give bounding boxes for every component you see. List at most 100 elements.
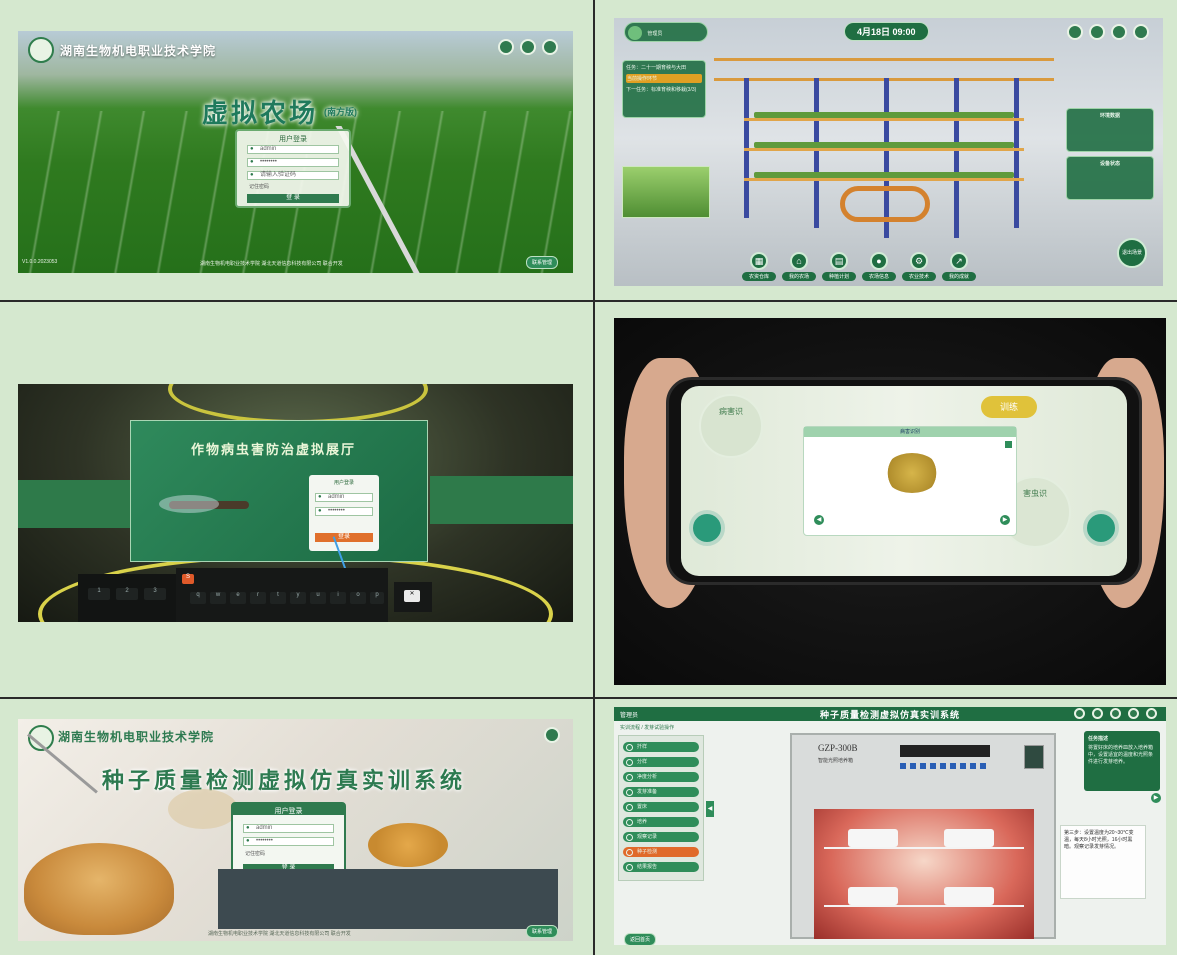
- task-line: 任务：二十一期育秧与大田: [626, 65, 687, 71]
- prev-arrow-icon[interactable]: ◀: [814, 515, 824, 525]
- key[interactable]: y: [290, 592, 306, 604]
- key[interactable]: t: [270, 592, 286, 604]
- toolbar-warehouse[interactable]: ▦ 农资仓库: [742, 252, 776, 281]
- identification-modal: 病害识别 ◀ ▶: [803, 426, 1017, 536]
- toolbar-tech[interactable]: ⚙ 农业技术: [902, 252, 936, 281]
- step-item[interactable]: 结果报告: [623, 862, 699, 872]
- next-arrow-icon[interactable]: ▶: [1000, 515, 1010, 525]
- key[interactable]: 2: [116, 588, 138, 600]
- petri-dish[interactable]: [848, 829, 898, 847]
- rack-column: [1014, 78, 1019, 228]
- version-label: V1.0.0.2023053: [22, 259, 58, 265]
- phone-screen: 病害识 训练 害虫识 病害识别 ◀ ▶: [681, 386, 1127, 576]
- contact-admin-button[interactable]: 联系管理: [526, 256, 559, 269]
- vr-keypad-right: ✕: [394, 582, 432, 612]
- fullscreen-icon[interactable]: [1128, 708, 1139, 719]
- contact-admin-button[interactable]: 联系管理: [526, 925, 559, 938]
- joystick-right[interactable]: [1083, 510, 1119, 546]
- settings-icon[interactable]: [1110, 708, 1121, 719]
- device-name: 智能光照培养箱: [818, 758, 854, 764]
- key[interactable]: o: [350, 592, 366, 604]
- key[interactable]: 1: [88, 588, 110, 600]
- back-icon[interactable]: [1067, 24, 1083, 40]
- menu-icon[interactable]: [1133, 24, 1149, 40]
- petri-dish[interactable]: [944, 887, 994, 905]
- people-icon: ●: [870, 252, 888, 270]
- step-item[interactable]: 置床: [623, 802, 699, 812]
- key[interactable]: q: [190, 592, 206, 604]
- seed-germination-simulation-screenshot: 管理员 种子质量检测虚拟仿真实训系统 实训流程 / 发芽试验操作 扦样 分样 净…: [614, 707, 1166, 945]
- petri-dish[interactable]: [848, 887, 898, 905]
- college-logo-icon: [28, 37, 54, 63]
- step-item[interactable]: 培养: [623, 817, 699, 827]
- username-field[interactable]: admin: [243, 824, 334, 833]
- device-buttons[interactable]: [900, 763, 990, 769]
- step-sidebar: 扦样 分样 净度分析 发芽准备 置床 培养 观察记录 种子检测 结果报告: [618, 735, 704, 881]
- step-item[interactable]: 观察记录: [623, 832, 699, 842]
- vr-password-field[interactable]: ••••••••: [315, 507, 373, 516]
- next-arrow-icon[interactable]: ▶: [1151, 793, 1161, 803]
- remember-password-checkbox[interactable]: 记住密码: [245, 850, 265, 857]
- close-icon[interactable]: [542, 39, 558, 55]
- key[interactable]: w: [210, 592, 226, 604]
- step-item[interactable]: 分样: [623, 757, 699, 767]
- back-home-button[interactable]: 返回首页: [624, 933, 657, 945]
- training-badge[interactable]: 训练: [981, 396, 1037, 418]
- device-status-card: 设备状态: [1066, 156, 1154, 200]
- shelf: [824, 847, 1024, 849]
- app-subtitle: (南方版): [324, 107, 357, 117]
- petri-dish[interactable]: [944, 829, 994, 847]
- warehouse-icon: ▦: [750, 252, 768, 270]
- remember-password-checkbox[interactable]: 记住密码: [249, 183, 269, 190]
- step-item[interactable]: 净度分析: [623, 772, 699, 782]
- collapse-sidebar-icon[interactable]: ◀: [706, 801, 714, 817]
- close-icon[interactable]: [1146, 708, 1157, 719]
- help-icon[interactable]: [520, 39, 536, 55]
- avatar: [628, 26, 642, 40]
- vr-keypad-left: 1 2 3: [78, 574, 188, 622]
- app-title: 虚拟农场: [202, 98, 319, 128]
- device-card-title: 设备状态: [1099, 161, 1120, 167]
- settings-icon[interactable]: [1111, 24, 1127, 40]
- seedling-tray: [754, 142, 1014, 148]
- exit-scene-button[interactable]: 退出场景: [1117, 238, 1147, 268]
- password-field[interactable]: ••••••••: [243, 837, 334, 846]
- close-icon[interactable]: [544, 727, 560, 743]
- vr-login-button[interactable]: 登录: [315, 533, 373, 542]
- virtual-farm-login-screenshot: 湖南生物机电职业技术学院 虚拟农场 (南方版) 用户登录 admin •••••…: [18, 31, 573, 273]
- settings-icon[interactable]: [498, 39, 514, 55]
- key[interactable]: 3: [144, 588, 166, 600]
- step-item-active[interactable]: 种子检测: [623, 847, 699, 857]
- key[interactable]: r: [250, 592, 266, 604]
- key[interactable]: p: [370, 592, 384, 604]
- key[interactable]: e: [230, 592, 246, 604]
- rack-column: [814, 78, 819, 228]
- step-item[interactable]: 发芽准备: [623, 787, 699, 797]
- backspace-key[interactable]: ✕: [404, 590, 420, 602]
- toolbar-achievement[interactable]: ↗ 我的成就: [942, 252, 976, 281]
- seedling-rack: [744, 148, 1024, 151]
- close-icon[interactable]: [1005, 441, 1012, 448]
- password-field[interactable]: ••••••••: [247, 158, 339, 167]
- key[interactable]: i: [330, 592, 346, 604]
- college-name: 湖南生物机电职业技术学院: [60, 44, 217, 58]
- username-field[interactable]: admin: [247, 145, 339, 154]
- step-item[interactable]: 扦样: [623, 742, 699, 752]
- back-icon[interactable]: [1074, 708, 1085, 719]
- joystick-left[interactable]: [689, 510, 725, 546]
- toolbar-my-farm[interactable]: ⌂ 我的农场: [782, 252, 816, 281]
- toolbar-farm-info[interactable]: ● 农场信息: [862, 252, 896, 281]
- power-switch[interactable]: [1024, 745, 1044, 769]
- breadcrumb: 实训流程 / 发芽试验操作: [620, 725, 675, 731]
- login-button[interactable]: 登 录: [247, 194, 339, 203]
- vr-username-field[interactable]: admin: [315, 493, 373, 502]
- toolbar-plan[interactable]: ▤ 种植计划: [822, 252, 856, 281]
- help-icon[interactable]: [1089, 24, 1105, 40]
- device-model: GZP-300B: [818, 743, 858, 753]
- roof-beam: [714, 58, 1054, 61]
- captcha-field[interactable]: 请输入验证码: [247, 171, 339, 180]
- seed-dish-image: [368, 823, 448, 867]
- disease-id-badge[interactable]: 病害识: [699, 394, 763, 458]
- help-icon[interactable]: [1092, 708, 1103, 719]
- key[interactable]: u: [310, 592, 326, 604]
